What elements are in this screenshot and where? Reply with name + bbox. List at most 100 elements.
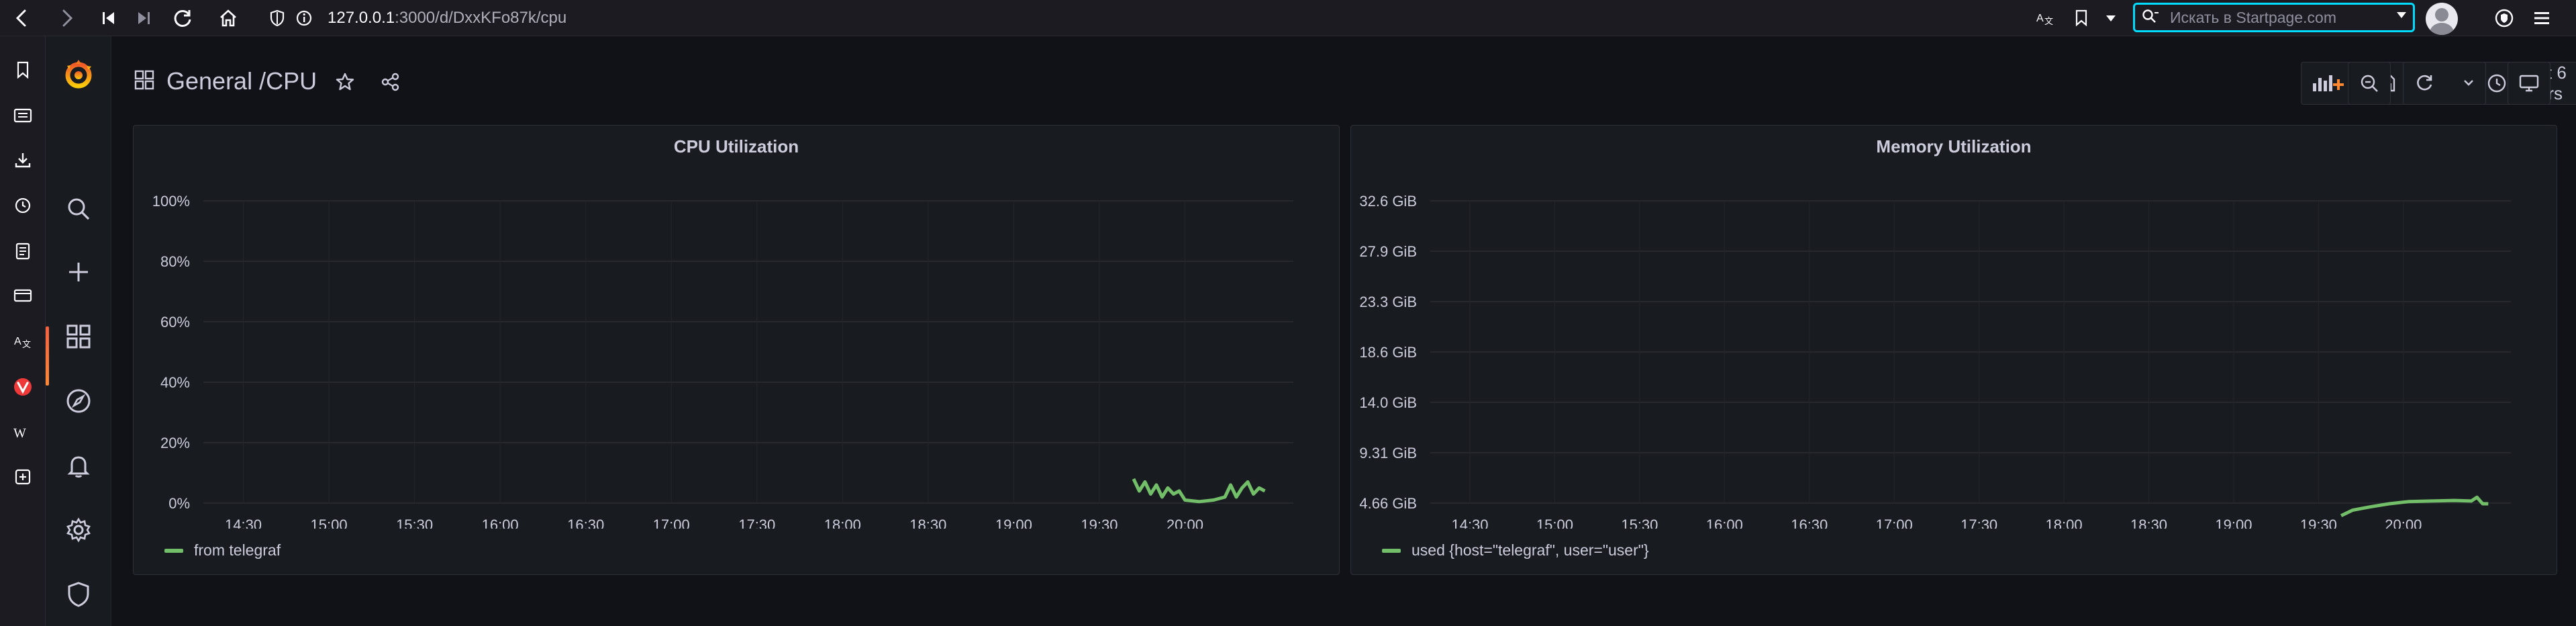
x-tick-label: 15:00 (311, 517, 348, 529)
vivaldi-icon[interactable] (9, 373, 36, 400)
history-icon[interactable] (9, 192, 36, 219)
menu-icon[interactable] (2529, 5, 2555, 31)
x-tick-label: 16:30 (1791, 517, 1828, 529)
x-tick-label: 19:30 (1081, 517, 1118, 529)
series-line (2340, 495, 2489, 517)
vpn-shield-icon[interactable] (2491, 5, 2517, 31)
legend-label: used {host="telegraf", user="user"} (1411, 541, 1649, 559)
y-tick-label: 100% (152, 193, 190, 210)
forward-icon[interactable] (52, 4, 82, 32)
avatar[interactable] (2426, 3, 2458, 35)
y-tick-label: 9.31 GiB (1359, 445, 1417, 461)
skip-back-icon[interactable] (94, 4, 123, 32)
x-tick-label: 17:30 (1961, 517, 1997, 529)
search-icon[interactable] (62, 192, 95, 226)
tracking-protection-icon[interactable] (264, 5, 290, 31)
x-tick-label: 15:30 (1621, 517, 1658, 529)
y-tick-label: 0% (168, 495, 190, 512)
refresh-button[interactable] (2403, 62, 2486, 105)
url-path: :3000/d/DxxKFo87k/cpu (395, 9, 567, 27)
x-tick-label: 14:30 (1451, 517, 1488, 529)
grafana-sidemenu (46, 36, 111, 626)
browser-toolbar: 127.0.0.1:3000/d/DxxKFo87k/cpu A文 Искать… (0, 0, 2576, 36)
breadcrumb-folder[interactable]: General (166, 67, 252, 95)
memory-utilization-panel[interactable]: Memory Utilization 4.66 GiB 9.31 GiB 14.0 … (1350, 125, 2557, 575)
tabs-panel-icon[interactable] (9, 282, 36, 309)
x-tick-label: 18:30 (2130, 517, 2167, 529)
wikipedia-icon[interactable]: W (9, 419, 36, 446)
alerting-bell-icon[interactable] (62, 449, 95, 482)
x-tick-label: 15:00 (1536, 517, 1573, 529)
active-indicator (46, 326, 49, 386)
y-tick-label: 27.9 GiB (1359, 243, 1417, 260)
grafana-logo-icon[interactable] (62, 58, 95, 91)
x-tick-label: 18:00 (824, 517, 861, 529)
shield-icon[interactable] (62, 578, 95, 611)
x-tick-label: 14:30 (225, 517, 262, 529)
translate-icon[interactable]: A文 (9, 328, 36, 355)
create-icon[interactable] (62, 255, 95, 289)
x-tick-label: 16:00 (482, 517, 519, 529)
chevron-down-icon[interactable] (2463, 79, 2475, 87)
dashboard-name[interactable]: CPU (266, 67, 317, 95)
y-tick-label: 18.6 GiB (1359, 344, 1417, 361)
dashboards-icon[interactable] (62, 320, 95, 353)
chevron-down-icon[interactable] (2098, 5, 2124, 31)
x-tick-label: 16:00 (1706, 517, 1743, 529)
breadcrumb-separator: / (259, 67, 266, 95)
y-tick-label: 14.0 GiB (1359, 394, 1417, 411)
x-tick-label: 17:30 (738, 517, 775, 529)
back-icon[interactable] (7, 4, 36, 32)
home-icon[interactable] (213, 4, 243, 32)
star-icon[interactable] (332, 69, 358, 95)
x-tick-label: 16:30 (567, 517, 604, 529)
bookmarks-icon[interactable] (9, 56, 36, 83)
share-icon[interactable] (377, 69, 404, 95)
configuration-gear-icon[interactable] (62, 513, 95, 547)
legend-swatch (164, 548, 183, 553)
add-panel-icon[interactable] (9, 463, 36, 490)
dashboards-grid-icon (134, 70, 154, 93)
browser-sidebar: A文 W (0, 36, 46, 626)
search-input[interactable]: Искать в Startpage.com (2133, 3, 2415, 32)
y-tick-label: 60% (160, 314, 190, 330)
reader-view-icon[interactable] (9, 102, 36, 129)
cpu-chart: 0% 20% 40% 60% 80% 100% 14:30 15:00 15:30 16:00 16… (152, 193, 1293, 529)
downloads-icon[interactable] (9, 146, 36, 173)
x-tick-label: 17:00 (1876, 517, 1913, 529)
svg-text:W: W (13, 426, 26, 441)
notes-icon[interactable] (9, 238, 36, 265)
explore-icon[interactable] (62, 384, 95, 418)
x-tick-label: 19:00 (2215, 517, 2252, 529)
skip-forward-icon[interactable] (129, 4, 158, 32)
bookmark-star-icon[interactable] (2069, 5, 2094, 31)
y-tick-label: 32.6 GiB (1359, 193, 1417, 210)
reload-icon[interactable] (168, 4, 197, 32)
search-placeholder: Искать в Startpage.com (2170, 8, 2336, 26)
series-line (1132, 478, 1266, 504)
y-tick-label: 4.66 GiB (1359, 495, 1417, 512)
x-tick-label: 19:00 (995, 517, 1032, 529)
site-info-icon[interactable] (291, 5, 317, 31)
translate-icon[interactable]: A文 (2032, 5, 2058, 31)
search-icon (2142, 9, 2159, 29)
legend-label: from telegraf (194, 541, 281, 559)
add-panel-button[interactable] (2301, 62, 2353, 105)
chevron-down-icon[interactable] (2395, 9, 2408, 23)
x-tick-label: 20:00 (2385, 517, 2422, 529)
zoom-out-button[interactable] (2348, 62, 2391, 105)
svg-text:文: 文 (2044, 16, 2053, 26)
svg-text:A: A (14, 336, 21, 347)
tv-mode-button[interactable] (2508, 62, 2550, 105)
url-bar[interactable]: 127.0.0.1:3000/d/DxxKFo87k/cpu (328, 5, 566, 31)
legend-item[interactable]: used {host="telegraf", user="user"} (1382, 541, 1649, 560)
x-tick-label: 18:30 (909, 517, 946, 529)
x-tick-label: 18:00 (2046, 517, 2083, 529)
y-tick-label: 20% (160, 435, 190, 451)
x-tick-label: 20:00 (1167, 517, 1203, 529)
svg-text:文: 文 (22, 339, 31, 349)
svg-text:A: A (2036, 13, 2044, 24)
url-host: 127.0.0.1 (328, 9, 395, 27)
legend-item[interactable]: from telegraf (164, 541, 281, 560)
cpu-utilization-panel[interactable]: CPU Utilization 0% 20% 40% 60% 80% 100% 14:30 1… (133, 125, 1340, 575)
